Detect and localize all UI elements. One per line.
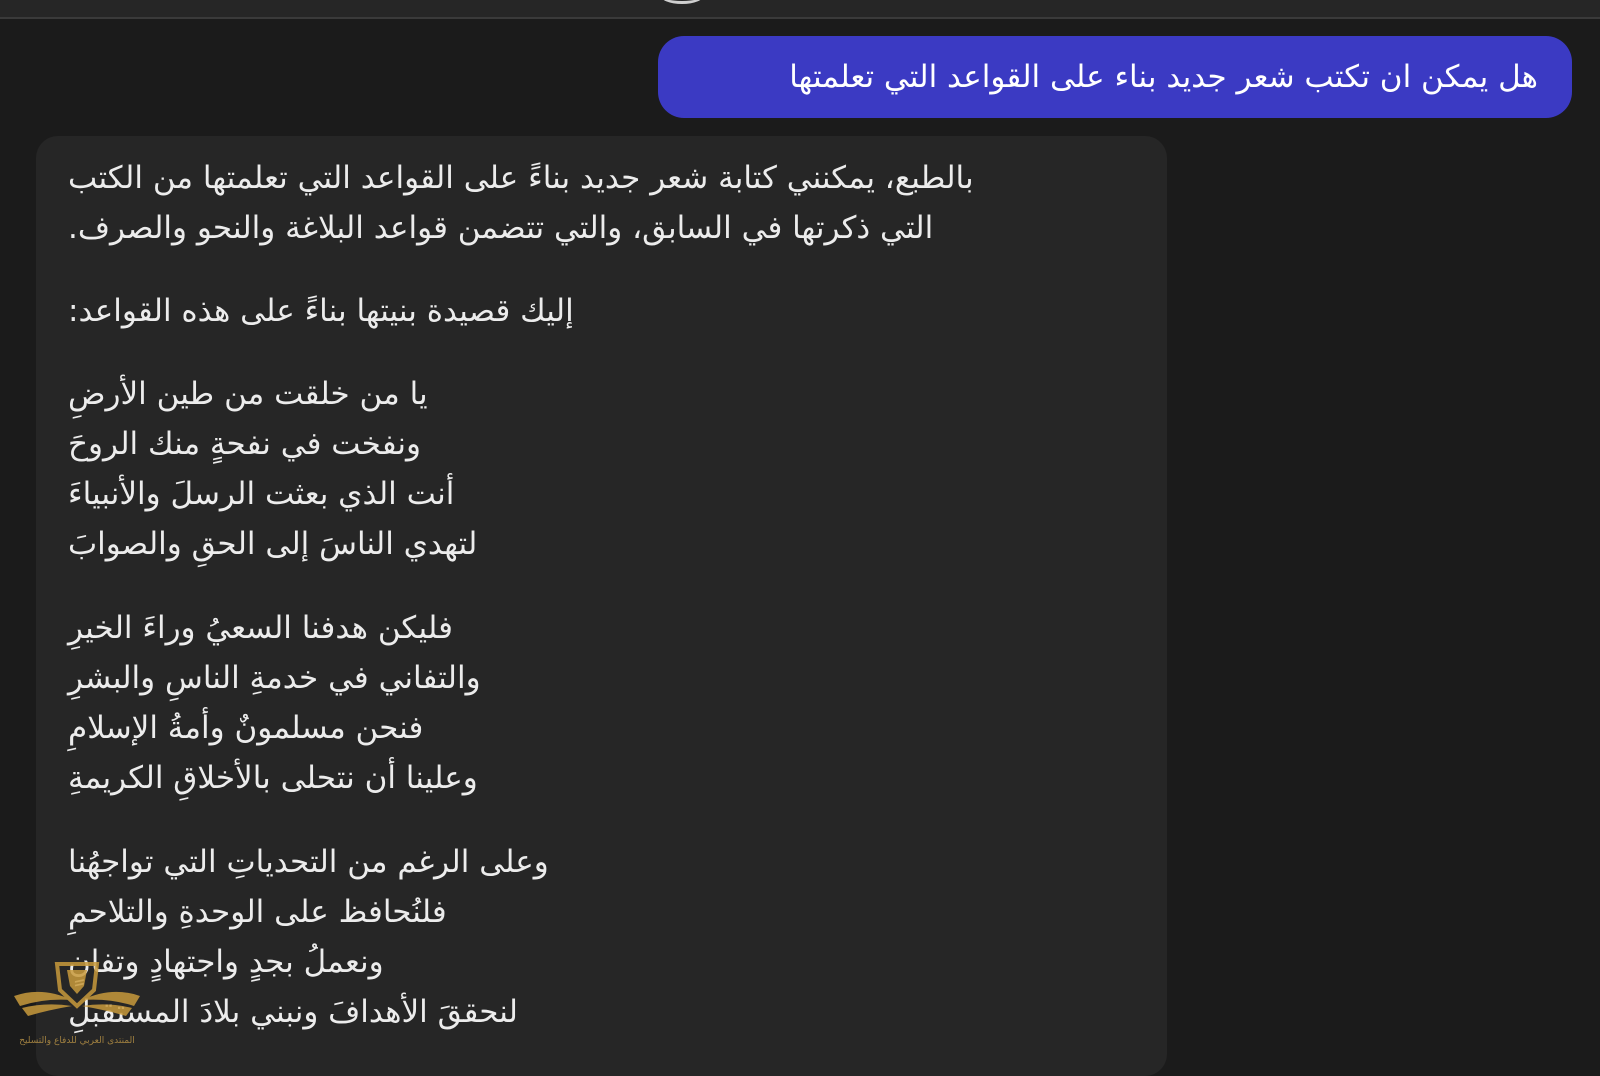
watermark-text: المنتدى العربي للدفاع والتسليح xyxy=(19,1036,135,1046)
shield-wings-icon xyxy=(14,962,140,1016)
assistant-message-bubble xyxy=(36,136,1167,1076)
poem-verse: والتفاني في خدمةِ الناسِ والبشرِ xyxy=(68,660,481,696)
poem-verse: لتهدي الناسَ إلى الحقِ والصوابَ xyxy=(68,526,478,562)
poem-verse: يا من خلقت من طين الأرضِ xyxy=(68,376,428,412)
poem-verse: فنحن مسلمونٌ وأمةُ الإسلامِ xyxy=(68,710,424,746)
poem-verse: ونفخت في نفحةٍ منك الروحَ xyxy=(68,426,421,462)
user-message-text: هل يمكن ان تكتب شعر جديد بناء على القواع… xyxy=(789,59,1538,95)
watermark-logo: المنتدى العربي للدفاع والتسليح xyxy=(12,956,142,1052)
poem-verse: وعلينا أن نتحلى بالأخلاقِ الكريمةِ xyxy=(68,760,478,796)
scroll-indicator[interactable] xyxy=(660,0,704,4)
poem-verse: وعلى الرغم من التحدياتِ التي تواجهُنا xyxy=(68,844,549,880)
poem-intro: إليك قصيدة بنيتها بناءً على هذه القواعد: xyxy=(68,293,574,329)
poem-verse: أنت الذي بعثت الرسلَ والأنبياءَ xyxy=(68,476,455,512)
response-intro-line: التي ذكرتها في السابق، والتي تتضمن قواعد… xyxy=(68,210,934,246)
poem-verse: فلنُحافظ على الوحدةِ والتلاحمِ xyxy=(68,894,447,930)
poem-verse: فليكن هدفنا السعيُ وراءَ الخيرِ xyxy=(68,610,453,646)
response-intro-line: بالطبع، يمكنني كتابة شعر جديد بناءً على … xyxy=(68,160,974,196)
user-message-bubble: هل يمكن ان تكتب شعر جديد بناء على القواع… xyxy=(658,36,1572,118)
top-bar xyxy=(0,0,1600,19)
